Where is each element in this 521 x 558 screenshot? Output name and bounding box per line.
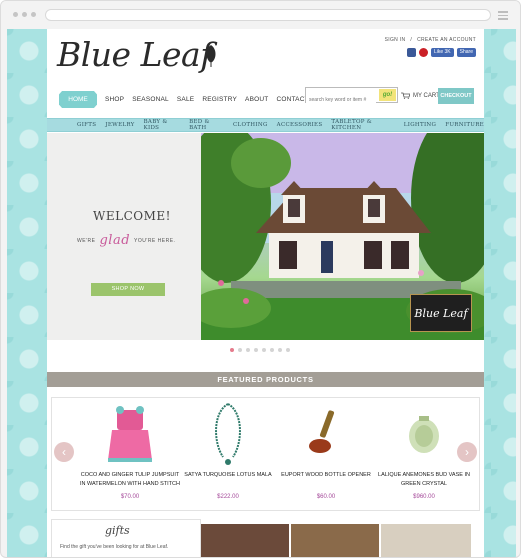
- welcome-subline: WE'RE glad YOU'RE HERE.: [77, 233, 197, 248]
- window-dot[interactable]: [22, 12, 27, 17]
- featured-products-heading: FEATURED PRODUCTS: [47, 372, 484, 387]
- nav-seasonal[interactable]: SEASONAL: [132, 96, 169, 103]
- product-price: $70.00: [120, 494, 140, 500]
- shop-now-button[interactable]: SHOP NOW: [91, 283, 165, 296]
- product-image: [309, 410, 335, 453]
- product-image: [409, 416, 439, 453]
- nav-shop[interactable]: SHOP: [105, 96, 124, 103]
- cart-link[interactable]: MY CART: [401, 92, 440, 99]
- welcome-line-right: YOU'RE HERE.: [134, 237, 176, 244]
- product-image: [108, 406, 152, 462]
- search-go-button[interactable]: go!: [379, 89, 396, 101]
- product-name[interactable]: SATYA TURQUOISE LOTUS MALA: [178, 471, 278, 493]
- carousel-dot[interactable]: [262, 348, 266, 352]
- create-account-link[interactable]: CREATE AN ACCOUNT: [417, 37, 476, 43]
- link-separator: /: [410, 37, 413, 43]
- nav-contact[interactable]: CONTACT: [276, 96, 308, 103]
- product-name[interactable]: EUPORT WOOD BOTTLE OPENER: [276, 471, 376, 493]
- share-button[interactable]: Share: [456, 48, 476, 57]
- nav-about[interactable]: ABOUT: [245, 96, 268, 103]
- carousel-next-button[interactable]: ›: [457, 442, 477, 462]
- page-viewport: SIGN IN / CREATE AN ACCOUNT Blue Leaf Li…: [7, 29, 516, 557]
- carousel-dot[interactable]: [246, 348, 250, 352]
- site-page: SIGN IN / CREATE AN ACCOUNT Blue Leaf Li…: [47, 29, 484, 557]
- category-jewelry[interactable]: JEWELRY: [105, 122, 134, 128]
- product-name[interactable]: LALIQUE ANEMONES BUD VASE IN GREEN CRYST…: [374, 471, 474, 493]
- account-links: SIGN IN / CREATE AN ACCOUNT: [385, 37, 476, 43]
- gifts-text: Find the gift you've been looking for at…: [60, 544, 169, 550]
- product-image: [215, 403, 241, 465]
- nav-sale[interactable]: SALE: [177, 96, 194, 103]
- leaf-icon: [206, 45, 216, 67]
- product-name[interactable]: COCO AND GINGER TULIP JUMPSUIT IN WATERM…: [80, 471, 180, 493]
- product-card[interactable]: SATYA TURQUOISE LOTUS MALA $222.00: [178, 402, 278, 500]
- carousel-dots: [230, 348, 290, 352]
- welcome-heading: WELCOME!: [93, 209, 171, 223]
- window-controls: [13, 12, 36, 17]
- sign-in-link[interactable]: SIGN IN: [385, 37, 406, 43]
- product-price: $960.00: [413, 494, 435, 500]
- product-price: $222.00: [217, 494, 239, 500]
- checkout-button[interactable]: CHECKOUT: [438, 88, 474, 104]
- window-dot[interactable]: [13, 12, 18, 17]
- cart-label: MY CART: [413, 92, 440, 99]
- category-clothing[interactable]: CLOTHING: [233, 122, 268, 128]
- category-baby-kids[interactable]: BABY & KIDS: [144, 119, 180, 131]
- category-tabletop-kitchen[interactable]: TABLETOP & KITCHEN: [331, 119, 394, 131]
- category-bed-bath[interactable]: BED & BATH: [189, 119, 224, 131]
- product-card[interactable]: COCO AND GINGER TULIP JUMPSUIT IN WATERM…: [80, 402, 180, 500]
- search-form: go!: [305, 87, 398, 107]
- gifts-title: gifts: [105, 524, 130, 537]
- site-logo[interactable]: Blue Leaf: [57, 35, 212, 74]
- promo-thumbnail[interactable]: [291, 524, 379, 557]
- category-gifts[interactable]: GIFTS: [77, 122, 96, 128]
- nav-home[interactable]: HOME: [59, 91, 97, 108]
- window-dot[interactable]: [31, 12, 36, 17]
- browser-window: SIGN IN / CREATE AN ACCOUNT Blue Leaf Li…: [0, 0, 521, 558]
- carousel-dot[interactable]: [230, 348, 234, 352]
- gifts-promo[interactable]: gifts Find the gift you've been looking …: [51, 519, 201, 557]
- carousel-dot[interactable]: [278, 348, 282, 352]
- welcome-glad-script: glad: [99, 233, 131, 248]
- hamburger-menu-icon[interactable]: [498, 11, 508, 22]
- carousel-dot[interactable]: [238, 348, 242, 352]
- social-buttons: Like 3K Share: [406, 48, 476, 57]
- category-accessories[interactable]: ACCESSORIES: [277, 122, 323, 128]
- browser-toolbar: [1, 1, 520, 29]
- like-button[interactable]: Like 3K: [430, 48, 454, 57]
- product-carousel: ‹ COCO AND GINGER TULIP JUMPSUIT IN WATE…: [51, 397, 480, 511]
- promo-thumbnail[interactable]: [201, 524, 289, 557]
- category-bar: GIFTS JEWELRY BABY & KIDS BED & BATH CLO…: [47, 118, 484, 132]
- carousel-dot[interactable]: [270, 348, 274, 352]
- blue-leaf-badge: Blue Leaf: [410, 294, 472, 332]
- carousel-dot[interactable]: [254, 348, 258, 352]
- product-price: $60.00: [316, 494, 336, 500]
- hero-image[interactable]: Blue Leaf: [201, 133, 484, 340]
- facebook-icon[interactable]: [406, 48, 416, 57]
- search-input[interactable]: [306, 93, 376, 107]
- category-furniture[interactable]: FURNITURE: [445, 122, 484, 128]
- address-bar[interactable]: [45, 9, 491, 21]
- carousel-prev-button[interactable]: ‹: [54, 442, 74, 462]
- hero-welcome-panel: WELCOME! WE'RE glad YOU'RE HERE. SHOP NO…: [47, 133, 201, 340]
- welcome-line-left: WE'RE: [77, 237, 96, 244]
- main-nav: HOME SHOP SEASONAL SALE REGISTRY ABOUT C…: [59, 91, 309, 108]
- carousel-dot[interactable]: [286, 348, 290, 352]
- cart-icon: [401, 92, 410, 99]
- pinterest-icon[interactable]: [418, 48, 428, 57]
- product-card[interactable]: EUPORT WOOD BOTTLE OPENER $60.00: [276, 402, 376, 500]
- nav-registry[interactable]: REGISTRY: [202, 96, 237, 103]
- category-lighting[interactable]: LIGHTING: [404, 122, 436, 128]
- promo-thumbnail[interactable]: [381, 524, 471, 557]
